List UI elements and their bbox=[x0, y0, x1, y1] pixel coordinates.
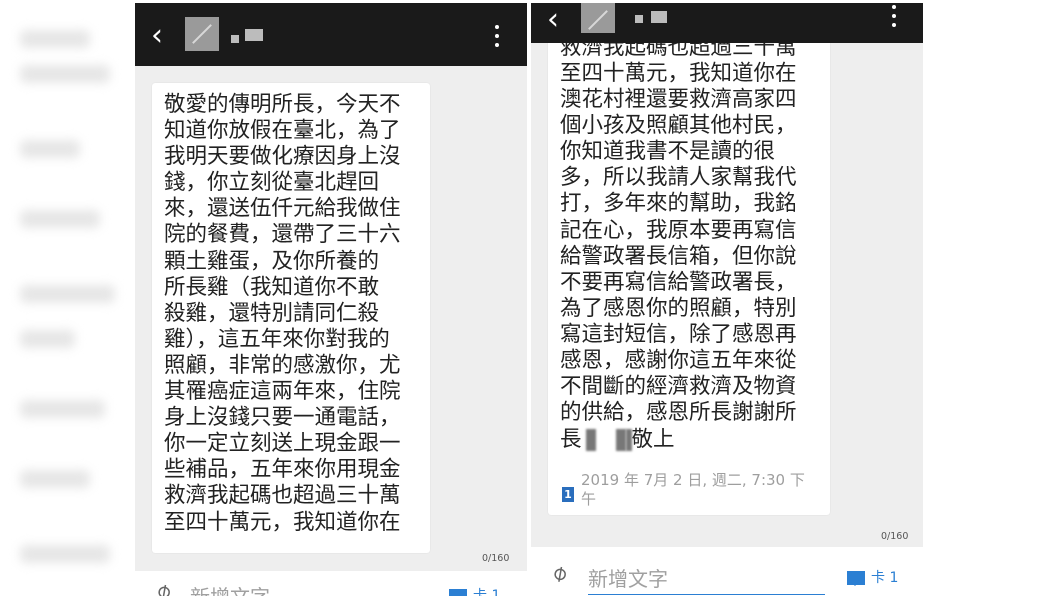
background-row bbox=[20, 210, 100, 228]
paperclip-icon[interactable]: ⌀ bbox=[547, 559, 572, 587]
message-timestamp: 2019 年 7月 2 日, 週二, 7:30 下 午 bbox=[581, 471, 805, 508]
card-button[interactable]: 卡 1 bbox=[847, 567, 898, 587]
redacted-name bbox=[651, 11, 667, 23]
redacted-name bbox=[635, 15, 643, 23]
text-input[interactable]: 新增文字 bbox=[190, 581, 310, 596]
background-row bbox=[20, 470, 90, 488]
background-row bbox=[20, 545, 110, 563]
redacted-name bbox=[245, 29, 263, 41]
right-phone-screen: 救濟我起碼也超過三十萬 至四十萬元，我知道你在 澳花村裡還要救濟高家四 個小孩及… bbox=[531, 3, 923, 596]
signoff-line: 長 敬上 bbox=[560, 427, 675, 453]
card-button[interactable]: 卡 1 bbox=[449, 585, 500, 596]
redacted-signature bbox=[625, 429, 632, 451]
chat-header: ‹ bbox=[531, 3, 923, 43]
background-row bbox=[20, 30, 90, 48]
chevron-left-icon[interactable]: ‹ bbox=[151, 21, 163, 51]
chat-header: ‹ bbox=[135, 3, 527, 66]
paperclip-icon[interactable]: ⌀ bbox=[151, 577, 176, 596]
chevron-left-icon[interactable]: ‹ bbox=[547, 5, 559, 35]
card-icon bbox=[847, 571, 865, 586]
message-text: 敬愛的傳明所長，今天不 知道你放假在臺北，為了 我明天要做化療因身上沒 錢，你立… bbox=[164, 92, 401, 535]
background-row bbox=[20, 140, 80, 158]
background-row bbox=[20, 65, 110, 83]
redacted-signature bbox=[585, 429, 596, 451]
text-input[interactable]: 新增文字 bbox=[588, 563, 825, 595]
kebab-menu-icon[interactable] bbox=[892, 5, 896, 27]
char-counter: 0/160 bbox=[482, 553, 510, 564]
background-conversation-list bbox=[0, 0, 140, 596]
card-label: 卡 1 bbox=[473, 588, 501, 596]
card-number-badge: 1 bbox=[562, 487, 574, 502]
kebab-menu-icon[interactable] bbox=[495, 25, 499, 47]
avatar[interactable] bbox=[185, 17, 219, 51]
message-bubble: 救濟我起碼也超過三十萬 至四十萬元，我知道你在 澳花村裡還要救濟高家四 個小孩及… bbox=[548, 23, 830, 515]
composer: ⌀ 新增文字 卡 1 bbox=[531, 547, 923, 596]
card-label: 卡 1 bbox=[871, 570, 899, 586]
composer: ⌀ 新增文字 卡 1 bbox=[135, 571, 527, 596]
signoff-prefix: 長 bbox=[560, 427, 582, 452]
left-phone-screen: ‹ 敬愛的傳明所長，今天不 知道你放假在臺北，為了 我明天要做化療因身上沒 錢，… bbox=[135, 3, 527, 596]
redacted-name bbox=[231, 35, 239, 43]
card-icon bbox=[449, 589, 467, 596]
background-row bbox=[20, 285, 115, 303]
avatar[interactable] bbox=[581, 3, 615, 33]
background-row bbox=[20, 330, 75, 348]
message-bubble: 敬愛的傳明所長，今天不 知道你放假在臺北，為了 我明天要做化療因身上沒 錢，你立… bbox=[152, 83, 430, 553]
message-text: 至四十萬元，我知道你在 澳花村裡還要救濟高家四 個小孩及照顧其他村民， 你知道我… bbox=[560, 61, 797, 426]
signoff-suffix: 敬上 bbox=[631, 427, 675, 452]
redacted-signature bbox=[615, 429, 626, 451]
char-counter: 0/160 bbox=[881, 531, 909, 542]
background-row bbox=[20, 400, 105, 418]
